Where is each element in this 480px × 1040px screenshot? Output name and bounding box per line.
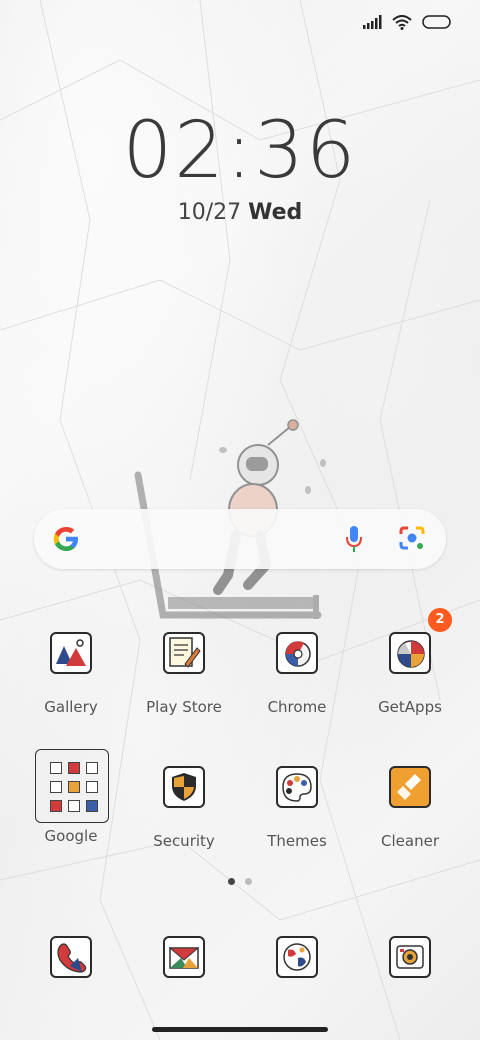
dock-browser[interactable] — [243, 936, 351, 978]
chrome-icon — [276, 632, 318, 674]
cleaner-icon — [389, 766, 431, 808]
security-icon — [163, 766, 205, 808]
play-store-icon — [163, 632, 205, 674]
app-security[interactable]: Security — [130, 766, 238, 850]
lens-icon[interactable] — [398, 524, 426, 552]
phone-icon — [50, 936, 92, 978]
page-indicator[interactable] — [228, 878, 252, 885]
app-play-store[interactable]: Play Store — [130, 632, 238, 716]
google-g-icon — [53, 526, 78, 551]
app-label: Security — [153, 832, 215, 850]
getapps-icon — [389, 632, 431, 674]
browser-icon — [276, 936, 318, 978]
app-chrome[interactable]: Chrome — [243, 632, 351, 716]
date-weekday: Wed — [248, 200, 303, 225]
mic-icon[interactable] — [346, 524, 362, 554]
app-label: Play Store — [146, 698, 222, 716]
app-getapps[interactable]: GetApps — [356, 632, 464, 716]
google-search-bar[interactable] — [34, 509, 446, 569]
app-label: Gallery — [44, 698, 98, 716]
camera-icon — [389, 936, 431, 978]
app-label: Chrome — [267, 698, 327, 716]
wifi-icon — [392, 14, 412, 30]
date-monthday: 10/27 — [177, 200, 242, 225]
gallery-icon — [50, 632, 92, 674]
battery-icon — [422, 15, 451, 29]
app-google-folder-label: Google — [17, 766, 125, 845]
page-dot-1 — [228, 878, 235, 885]
home-indicator-bar[interactable] — [152, 1027, 328, 1032]
themes-icon — [276, 766, 318, 808]
date-label: 10/27 Wed — [0, 200, 480, 225]
app-label: Google — [44, 827, 98, 845]
dock-messages[interactable] — [130, 936, 238, 978]
app-cleaner[interactable]: Cleaner — [356, 766, 464, 850]
dock-phone[interactable] — [17, 936, 125, 978]
app-gallery[interactable]: Gallery — [17, 632, 125, 716]
app-label: Themes — [267, 832, 327, 850]
app-label: GetApps — [378, 698, 442, 716]
app-label: Cleaner — [381, 832, 439, 850]
signal-icon — [363, 15, 382, 29]
app-themes[interactable]: Themes — [243, 766, 351, 850]
status-bar — [362, 10, 452, 34]
clock-widget[interactable]: 02:36 — [0, 106, 480, 196]
page-dot-2 — [245, 878, 252, 885]
messages-icon — [163, 936, 205, 978]
dock-camera[interactable] — [356, 936, 464, 978]
notification-badge: 2 — [428, 608, 452, 632]
